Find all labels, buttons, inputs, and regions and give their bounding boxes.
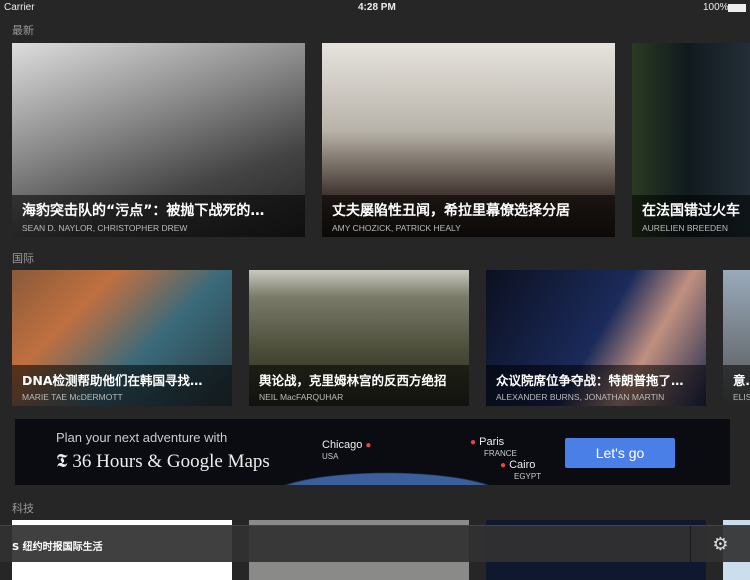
clock: 4:28 PM [358,2,396,13]
article-card[interactable]: 海豹突击队的“污点”：被抛下战死的… SEAN D. NAYLOR, CHRIST… [12,43,305,237]
map-pin-icon: ● [470,437,477,448]
article-card[interactable]: 众议院席位争夺战：特朗普拖了… ALEXANDER BURNS, JONATHAN… [486,270,706,406]
headline: 众议院席位争夺战：特朗普拖了… [496,373,684,388]
byline: AURELIEN BREEDEN [642,223,728,233]
ad-tagline: Plan your next adventure with [56,430,228,445]
section-title-tech: 科技 [12,502,34,515]
status-bar: Carrier 4:28 PM 100% [0,0,750,16]
byline: ELIS [733,392,750,402]
advertisement-banner[interactable]: Plan your next adventure with 𝕿 36 Hours… [15,419,730,485]
map-pin-icon: ● [500,460,507,471]
headline: 意… [733,373,750,388]
headline: 海豹突击队的“污点”：被抛下战死的… [22,203,265,219]
section-title-latest: 最新 [12,24,34,37]
byline: ALEXANDER BURNS, JONATHAN MARTIN [496,392,665,402]
section-title-international: 国际 [12,252,34,265]
ad-title: 𝕿 36 Hours & Google Maps [56,451,270,472]
article-card[interactable]: 在法国错过火车 AURELIEN BREEDEN [632,43,750,237]
map-label-chicago: Chicago ● USA [322,439,372,461]
battery-icon [728,4,746,12]
carrier: Carrier [4,2,35,13]
byline: AMY CHOZICK, PATRICK HEALY [332,223,461,233]
headline: 在法国错过火车 [642,203,740,219]
headline: DNA检测帮助他们在韩国寻找… [22,373,203,388]
bottom-bar: S 纽约时报国际生活 ⚙ [0,525,750,563]
settings-gear-icon[interactable]: ⚙ [690,526,750,563]
battery-level: 100% [703,2,729,13]
map-label-paris: ● Paris FRANCE [470,436,517,458]
byline: SEAN D. NAYLOR, CHRISTOPHER DREW [22,223,188,233]
headline: 舆论战，克里姆林宫的反西方绝招 [259,373,447,388]
headline: 丈夫屡陷性丑闻，希拉里幕僚选择分居 [332,203,570,219]
brand-logo[interactable]: S 纽约时报国际生活 [12,538,103,553]
article-card[interactable]: DNA检测帮助他们在韩国寻找… MARIE TAE McDERMOTT [12,270,232,406]
article-card[interactable]: 意… ELIS [723,270,750,406]
article-card[interactable]: 丈夫屡陷性丑闻，希拉里幕僚选择分居 AMY CHOZICK, PATRICK HE… [322,43,615,237]
map-label-cairo: ● Cairo EGYPT [500,459,542,481]
map-pin-icon: ● [365,440,372,451]
byline: NEIL MacFARQUHAR [259,392,344,402]
byline: MARIE TAE McDERMOTT [22,392,123,402]
article-card[interactable]: 舆论战，克里姆林宫的反西方绝招 NEIL MacFARQUHAR [249,270,469,406]
lets-go-button[interactable]: Let's go [565,438,675,468]
